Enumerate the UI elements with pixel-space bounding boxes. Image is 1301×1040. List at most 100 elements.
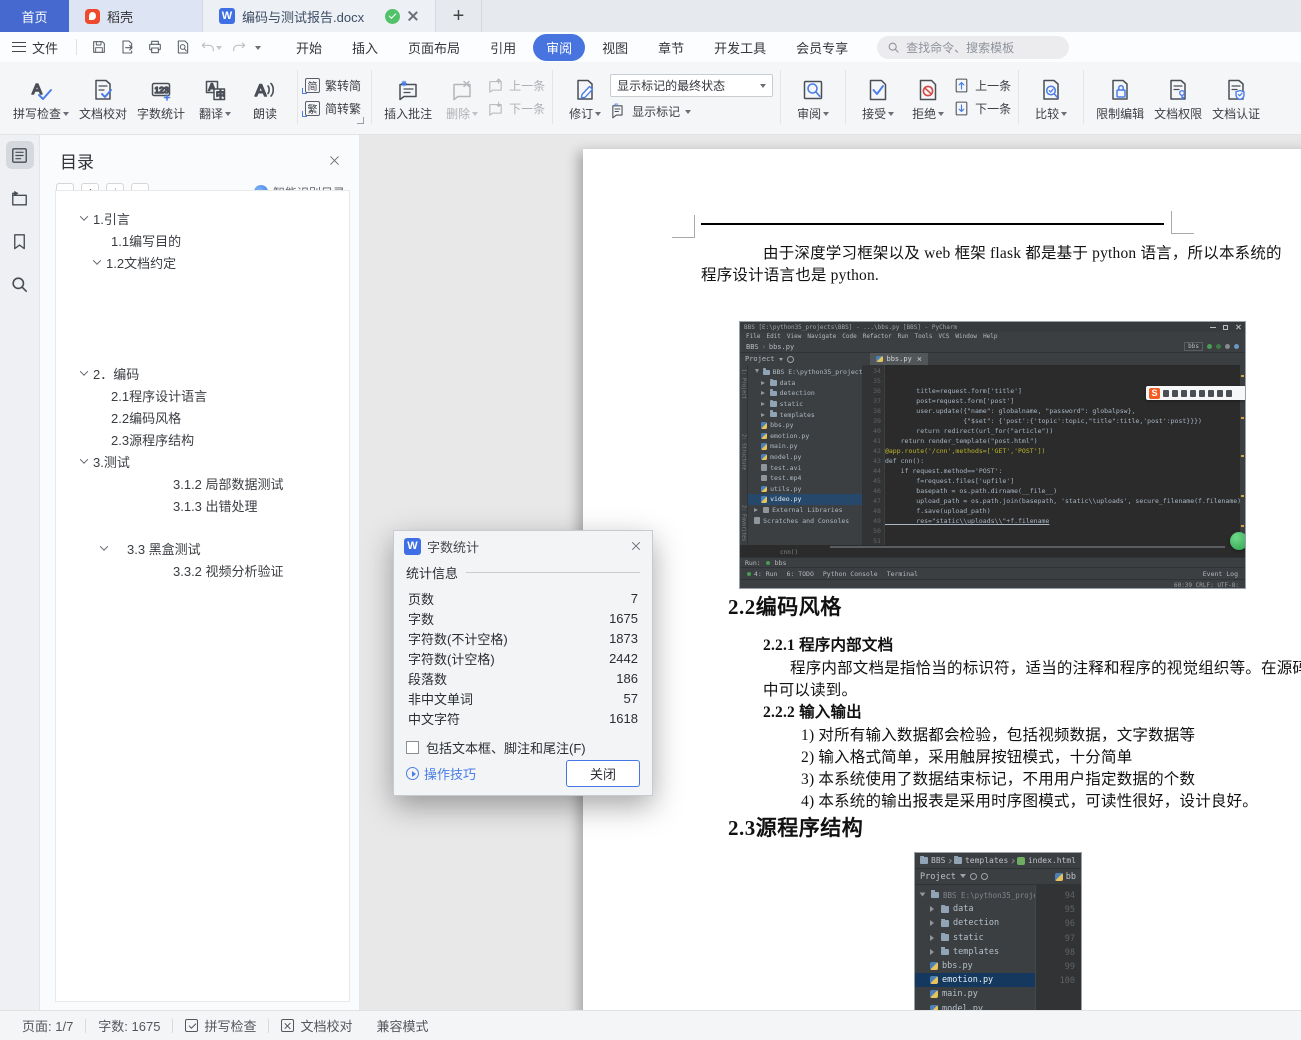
pycharm-tab-row: Project bbs.py [740, 353, 1245, 365]
find-button[interactable] [6, 270, 34, 298]
toc-item-2[interactable]: 2．编码 [56, 362, 349, 384]
bookmark-button[interactable] [6, 227, 34, 255]
read-aloud-label: 朗读 [253, 107, 278, 121]
translate-button[interactable]: 翻译 [190, 70, 240, 124]
tab-dev-tools[interactable]: 开发工具 [701, 34, 779, 61]
toc-item-1-1[interactable]: 1.1编写目的 [56, 229, 349, 251]
tab-insert[interactable]: 插入 [339, 34, 391, 61]
close-button[interactable]: 关闭 [566, 760, 640, 787]
accept-button[interactable]: 接受 [853, 70, 903, 124]
command-search-box[interactable]: 查找命令、搜索模板 [877, 35, 1070, 59]
group-expand-icon[interactable] [357, 117, 365, 124]
tab-review[interactable]: 审阅 [533, 33, 586, 61]
show-markup-button[interactable]: 显示标记 [610, 103, 773, 120]
trad-to-simp-button[interactable]: 简繁转简 [302, 77, 361, 94]
markup-state-select[interactable]: 显示标记的最终状态 [610, 74, 774, 97]
export-button[interactable] [115, 36, 139, 58]
toc-item-3-3-2[interactable]: 3.3.2 视频分析验证 [56, 559, 349, 581]
margin-corner-mark [1171, 211, 1194, 234]
redo-button[interactable] [227, 36, 251, 58]
doc-permission-button[interactable]: 文档权限 [1149, 70, 1207, 124]
insert-comment-button[interactable]: 插入批注 [379, 70, 437, 124]
ribbon-divider [371, 70, 373, 124]
reject-button[interactable]: 拒绝 [903, 70, 953, 124]
toc-item-3-1-2[interactable]: 3.1.2 局部数据测试 [56, 472, 349, 494]
translate-label: 翻译 [199, 107, 224, 121]
page-indicator[interactable]: 页面: 1/7 [10, 1016, 85, 1035]
doc-proof-button[interactable]: 文档校对 [74, 70, 132, 124]
tab-references[interactable]: 引用 [477, 34, 529, 61]
compare-button[interactable]: 比较 [1026, 70, 1076, 124]
save-button[interactable] [87, 36, 111, 58]
restrict-editing-button[interactable]: 限制编辑 [1091, 70, 1149, 124]
ime-icon [1172, 389, 1178, 397]
doc-proof-toggle[interactable]: 文档校对 [269, 1016, 364, 1035]
simp-to-trad-label: 简转繁 [325, 102, 362, 116]
read-aloud-button[interactable]: 朗读 [240, 70, 290, 124]
tab-start[interactable]: 开始 [283, 34, 335, 61]
tab-section[interactable]: 章节 [645, 34, 697, 61]
tab-home[interactable]: 首页 [0, 0, 69, 32]
close-tab-icon[interactable] [407, 10, 419, 22]
prev-comment-button[interactable]: 上一条 [487, 77, 545, 94]
chevron-down-icon[interactable] [92, 256, 102, 265]
maximize-icon [1223, 324, 1228, 330]
spell-check-button[interactable]: 拼写检查 [8, 70, 74, 124]
print-preview-button[interactable] [171, 36, 195, 58]
panel-flag-button[interactable] [6, 184, 34, 212]
new-tab-button[interactable]: + [436, 0, 482, 32]
tree-item: detection [915, 916, 1035, 930]
delete-comment-button[interactable]: 删除 [437, 70, 487, 124]
customize-toolbar-icon[interactable] [255, 45, 262, 53]
show-markup-label: 显示标记 [632, 105, 681, 119]
close-dialog-icon[interactable] [630, 540, 642, 552]
toc-item-1-2[interactable]: 1.2文档约定 [56, 251, 349, 273]
toc-item-2-2[interactable]: 2.2编码风格 [56, 406, 349, 428]
word-count-indicator[interactable]: 字数: 1675 [86, 1016, 172, 1035]
track-changes-button[interactable]: 修订 [560, 70, 610, 124]
toc-panel: 目录 智能识别目录 1.引言 1.1编写目的 1.2文档约定 2．编码 2.1程… [40, 135, 360, 1010]
terminal-label: Terminal [886, 569, 918, 578]
checkbox-label: 包括文本框、脚注和尾注(F) [426, 741, 586, 756]
tab-page-layout[interactable]: 页面布局 [395, 34, 473, 61]
chevron-down-icon[interactable] [79, 367, 89, 376]
ribbon-divider [1018, 70, 1020, 124]
tips-link[interactable]: 操作技巧 [406, 764, 476, 783]
play-circle-icon [406, 767, 419, 780]
toc-item-2-3[interactable]: 2.3源程序结构 [56, 428, 349, 450]
word-count-button[interactable]: 字数统计 [132, 70, 190, 124]
toc-item-3-3[interactable]: 3.3 黑盒测试 [56, 537, 349, 559]
tab-member[interactable]: 会员专享 [783, 34, 861, 61]
undo-button[interactable] [199, 36, 223, 58]
toc-panel-button[interactable] [5, 141, 34, 169]
tab-docer[interactable]: 稻壳 [69, 0, 202, 32]
tab-document[interactable]: W 编码与测试报告.docx [202, 0, 436, 32]
prev-change-button[interactable]: 上一条 [953, 77, 1011, 94]
toc-item-3[interactable]: 3.测试 [56, 450, 349, 472]
chevron-down-icon[interactable] [99, 542, 109, 551]
markup-state-value: 显示标记的最终状态 [617, 79, 726, 93]
simp-to-trad-button[interactable]: 繁简转繁 [302, 100, 362, 117]
toc-item-2-1[interactable]: 2.1程序设计语言 [56, 384, 349, 406]
next-change-button[interactable]: 下一条 [953, 100, 1011, 117]
chevron-down-icon[interactable] [79, 455, 89, 464]
file-menu-button[interactable]: 文件 [0, 32, 70, 62]
spell-check-toggle[interactable]: 拼写检查 [173, 1016, 268, 1035]
doc-certification-button[interactable]: 文档认证 [1207, 70, 1265, 124]
document-page[interactable]: 由于深度学习框架以及 web 框架 flask 都是基于 python 语言，所… [583, 149, 1301, 1010]
doc-proof-label: 文档校对 [300, 1019, 353, 1034]
chevron-down-icon[interactable] [79, 212, 89, 221]
review-pane-button[interactable]: 审阅 [788, 70, 838, 124]
toc-item-3-1-3[interactable]: 3.1.3 出错处理 [56, 494, 349, 516]
close-toc-icon[interactable] [328, 154, 341, 167]
include-footnotes-checkbox[interactable] [406, 741, 419, 754]
tab-view[interactable]: 视图 [589, 34, 641, 61]
doc-certification-icon [1224, 72, 1248, 102]
chevron-right-icon [947, 858, 953, 863]
dialog-title-bar[interactable]: W 字数统计 [394, 531, 652, 561]
tree-item: bbs.py [748, 420, 862, 431]
print-button[interactable] [143, 36, 167, 58]
ime-icon [1199, 389, 1205, 397]
toc-item-1[interactable]: 1.引言 [56, 207, 349, 229]
next-comment-button[interactable]: 下一条 [487, 100, 545, 117]
